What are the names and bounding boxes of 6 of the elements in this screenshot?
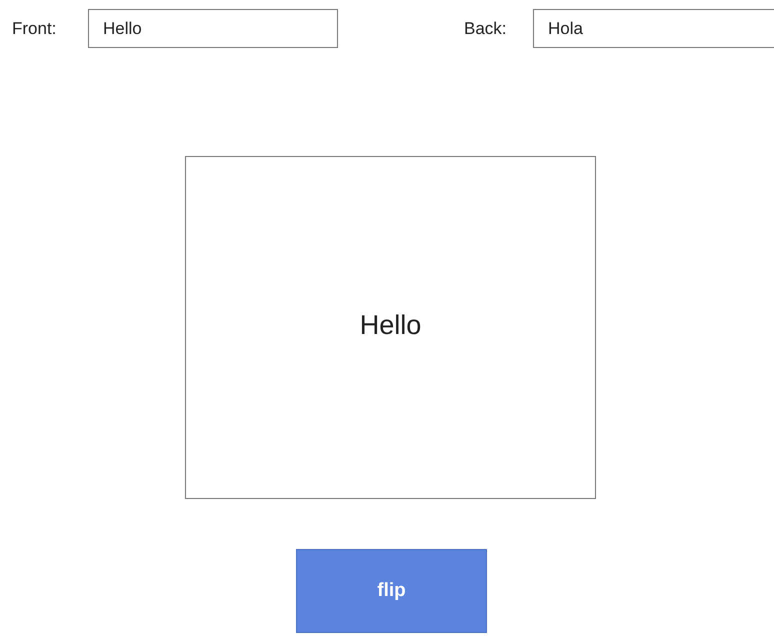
input-field[interactable]: Hola (533, 9, 774, 48)
card-text: Hello (360, 310, 422, 341)
input-field[interactable]: Hello (88, 9, 338, 48)
flip-button[interactable]: flip (296, 549, 487, 633)
field-label: Front: (12, 18, 58, 38)
field-label: Back: (464, 18, 508, 38)
